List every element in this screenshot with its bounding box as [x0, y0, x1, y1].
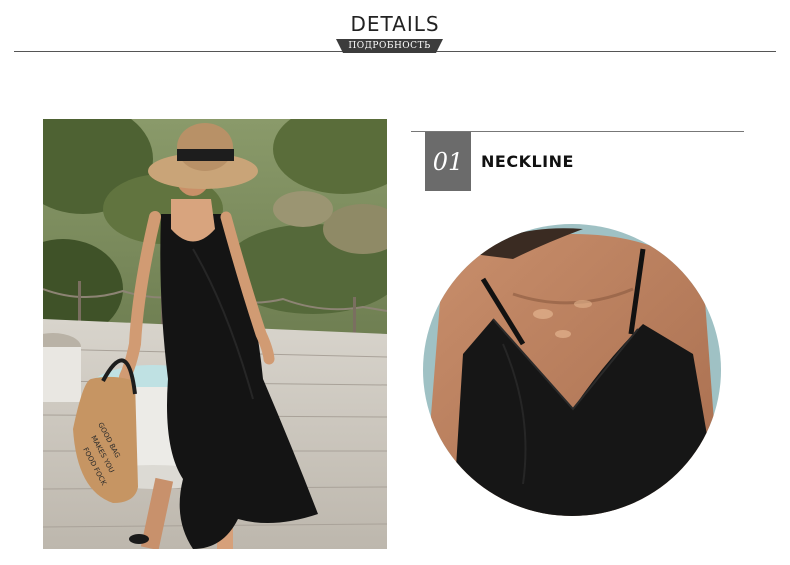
- product-photo: GOOD BAG MAKES YOU FOOD FOCK: [43, 119, 387, 549]
- page-title: DETAILS: [350, 12, 440, 36]
- section-number: 01: [425, 132, 471, 191]
- section-label: NECKLINE: [481, 152, 574, 171]
- page-subtitle: ПОДРОБНОСТЬ: [348, 41, 431, 51]
- neckline-closeup: [423, 224, 721, 516]
